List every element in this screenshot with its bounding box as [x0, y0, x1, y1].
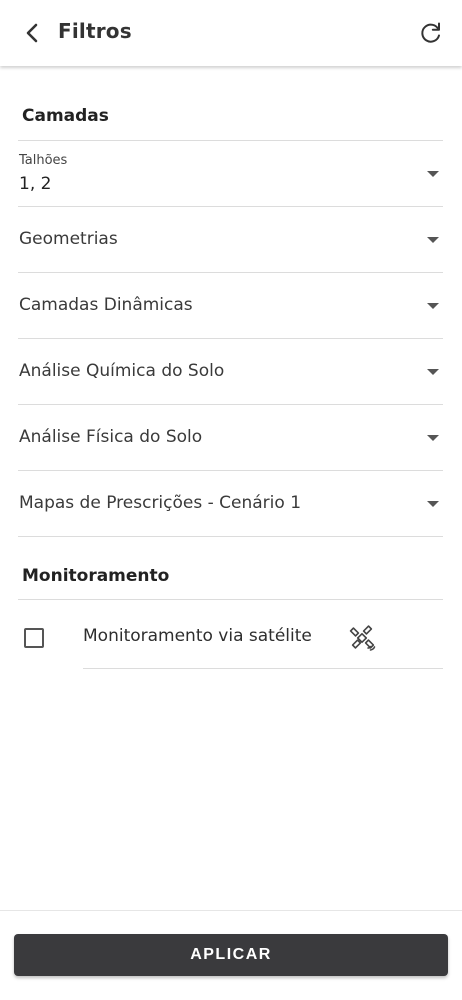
select-mapas-prescricoes[interactable]: Mapas de Prescrições - Cenário 1: [18, 471, 443, 537]
caret-down-icon: [427, 171, 439, 177]
app-header: Filtros: [0, 0, 462, 66]
satellite-monitoring-label: Monitoramento via satélite: [83, 626, 312, 646]
select-camadas-dinamicas[interactable]: Camadas Dinâmicas: [18, 273, 443, 339]
select-geometrias-label: Geometrias: [19, 229, 118, 249]
select-mapas-prescricoes-label: Mapas de Prescrições - Cenário 1: [19, 493, 302, 513]
back-button[interactable]: [18, 19, 46, 47]
footer-divider: [0, 910, 462, 911]
satellite-monitoring-row[interactable]: Monitoramento via satélite: [0, 600, 462, 670]
refresh-icon: [421, 22, 440, 43]
select-camadas-dinamicas-label: Camadas Dinâmicas: [19, 295, 193, 315]
page-title: Filtros: [58, 19, 132, 43]
select-talhoes-value: 1, 2: [19, 174, 52, 194]
select-talhoes[interactable]: Talhões 1, 2: [18, 141, 443, 207]
select-analise-quimica[interactable]: Análise Química do Solo: [18, 339, 443, 405]
section-title-monitoramento: Monitoramento: [22, 566, 170, 586]
caret-down-icon: [427, 501, 439, 507]
select-talhoes-label: Talhões: [19, 153, 68, 168]
satellite-monitoring-checkbox[interactable]: [24, 628, 44, 648]
divider: [83, 668, 443, 669]
satellite-icon: [349, 625, 376, 651]
select-analise-fisica-label: Análise Física do Solo: [19, 427, 203, 447]
select-analise-fisica[interactable]: Análise Física do Solo: [18, 405, 443, 471]
section-title-camadas: Camadas: [22, 106, 109, 126]
caret-down-icon: [427, 369, 439, 375]
caret-down-icon: [427, 435, 439, 441]
reset-button[interactable]: [416, 18, 446, 48]
apply-button[interactable]: APLICAR: [14, 934, 448, 976]
select-analise-quimica-label: Análise Química do Solo: [19, 361, 225, 381]
chevron-left-icon: [26, 23, 38, 43]
caret-down-icon: [427, 237, 439, 243]
select-geometrias[interactable]: Geometrias: [18, 207, 443, 273]
caret-down-icon: [427, 303, 439, 309]
